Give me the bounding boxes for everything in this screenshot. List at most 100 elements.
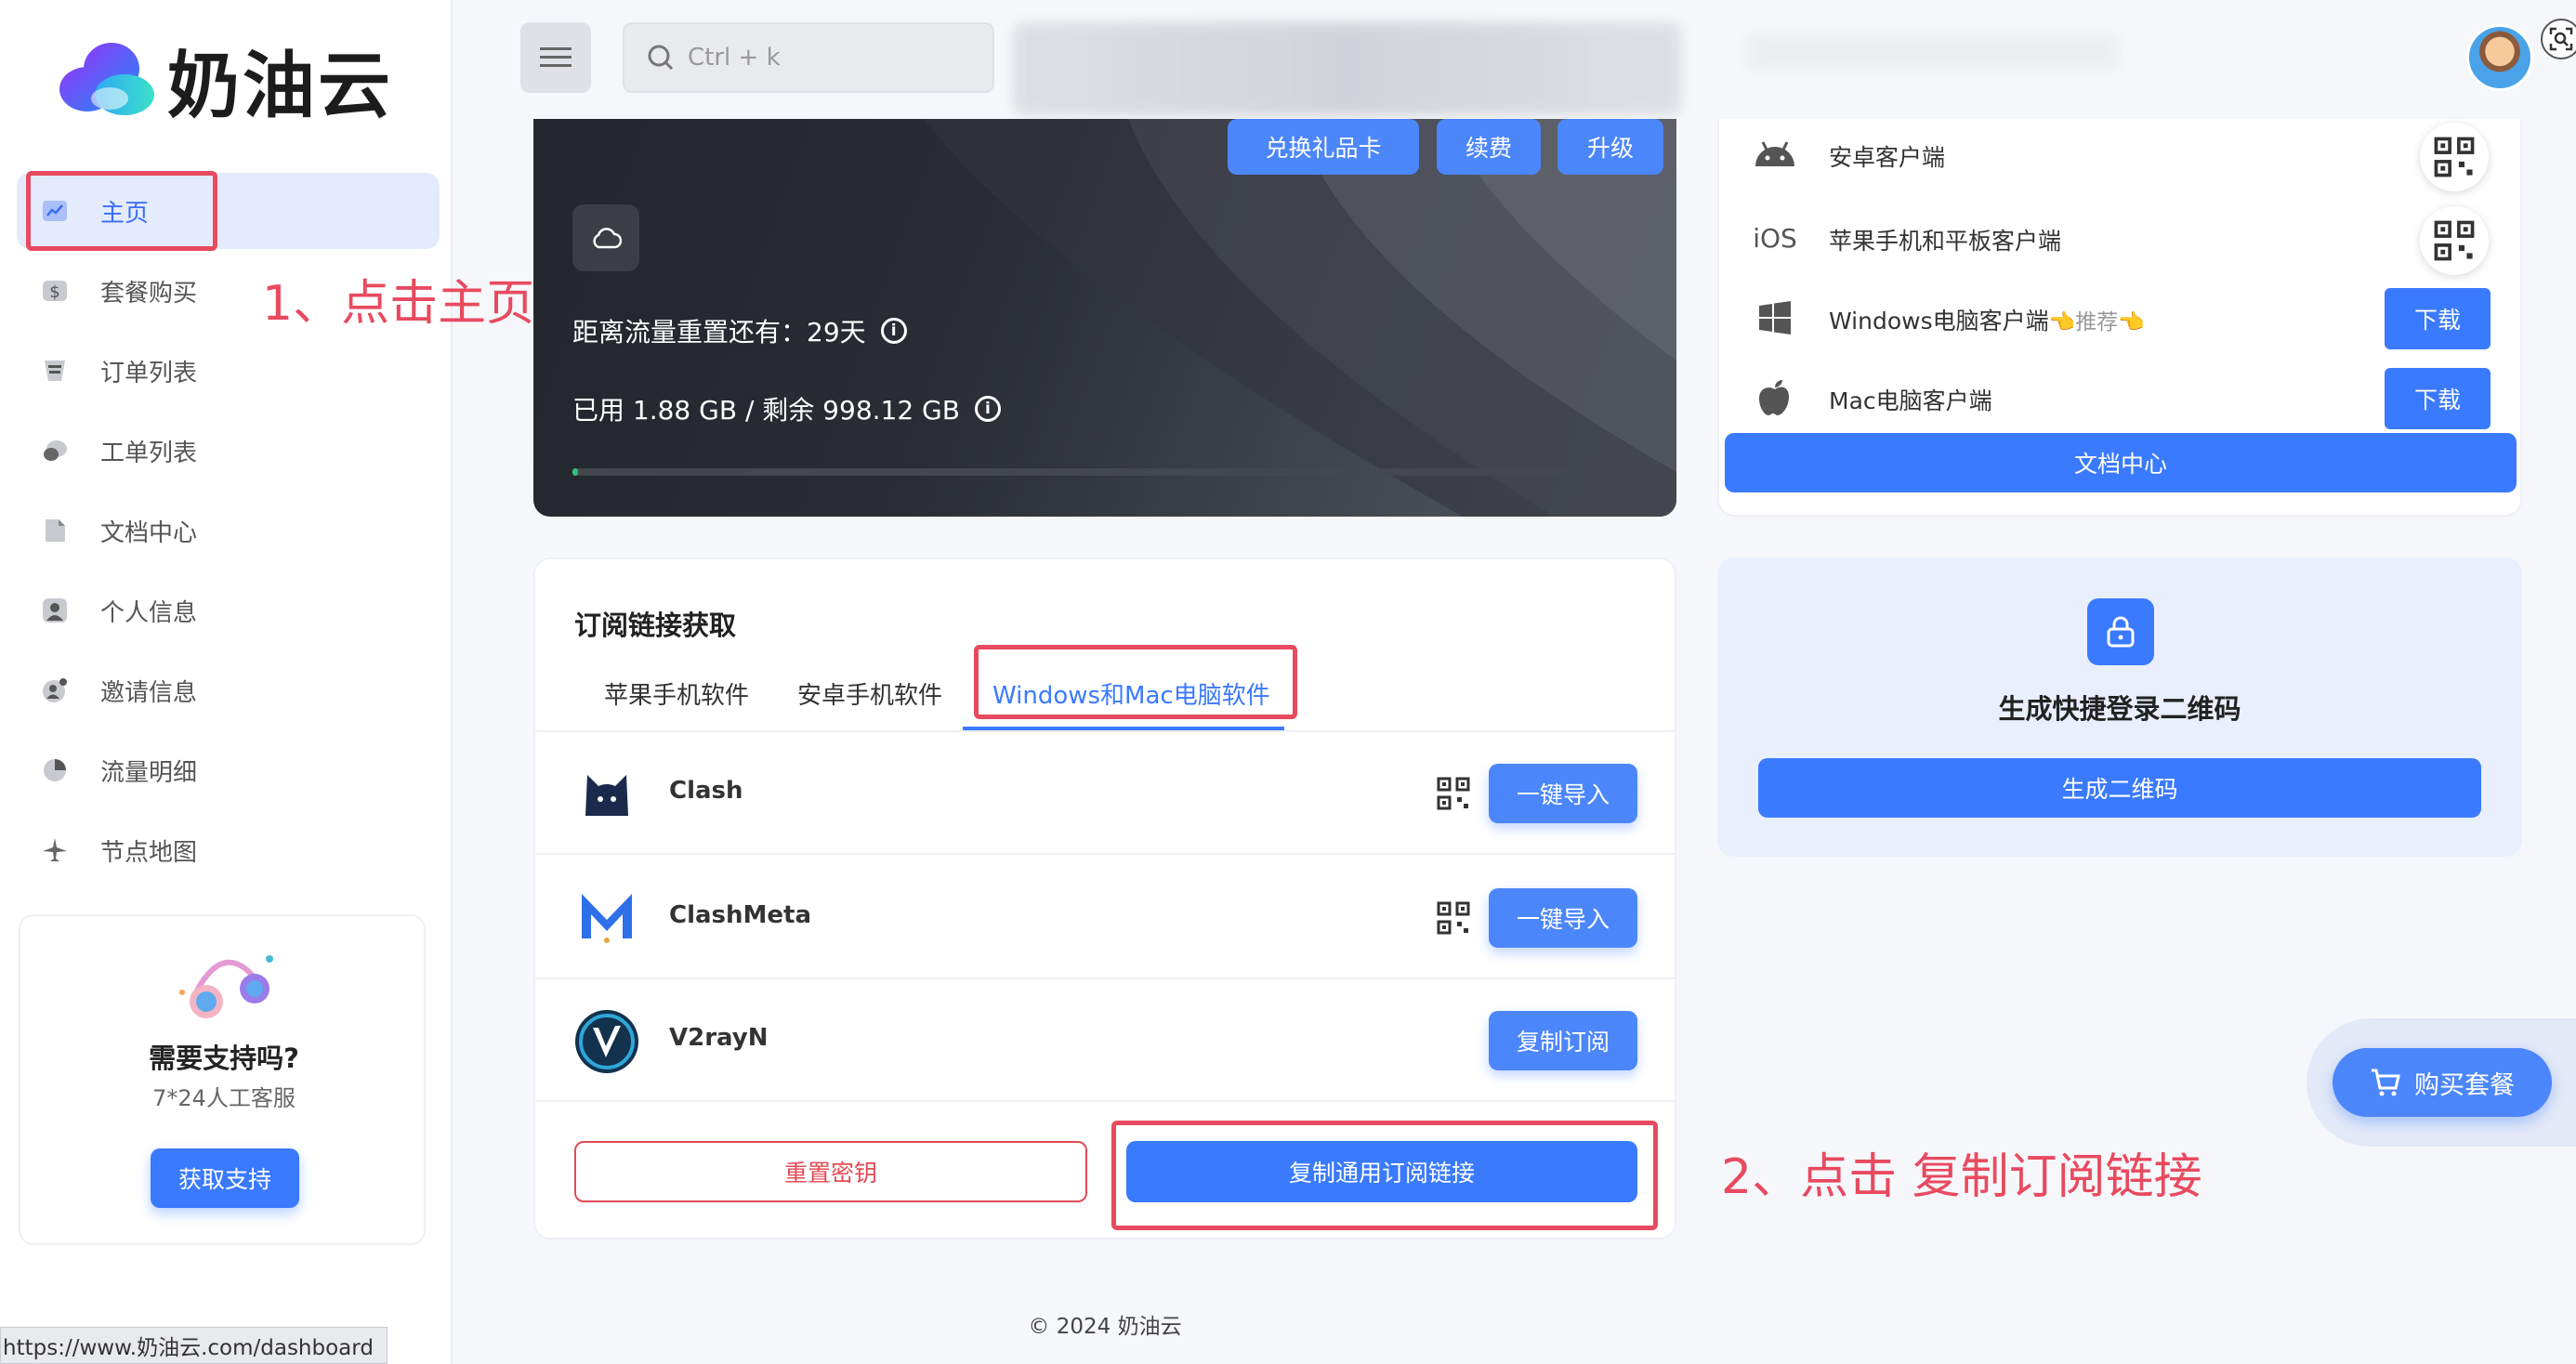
- traffic-reset-text: 距离流量重置还有：29天 i: [572, 312, 907, 349]
- reset-key-button[interactable]: 重置密钥: [574, 1141, 1087, 1202]
- support-subtitle: 7*24人工客服: [152, 1085, 296, 1111]
- annotation-box-desktop-tab: [974, 645, 1297, 719]
- svg-text:$: $: [49, 282, 59, 302]
- qr-code-icon: [2434, 220, 2475, 261]
- info-icon[interactable]: i: [974, 396, 1001, 422]
- qr-code-icon[interactable]: [1437, 901, 1470, 935]
- traffic-progress-fill: [572, 468, 578, 476]
- docs-center-button[interactable]: 文档中心: [1725, 433, 2517, 492]
- client-row-clash: Clash 一键导入: [535, 732, 1676, 855]
- chat-icon: [39, 435, 71, 466]
- cart-icon: [2372, 1069, 2400, 1096]
- sidebar-item-label: 文档中心: [100, 518, 198, 547]
- qr-code-icon: [2434, 137, 2475, 177]
- app-name: 安卓客户端: [1829, 144, 1946, 171]
- client-row-clashmeta: ClashMeta 一键导入: [535, 857, 1676, 979]
- ios-icon: iOS: [1753, 222, 1797, 254]
- sidebar-item-invite[interactable]: 邀请信息: [17, 652, 440, 728]
- one-click-import-button[interactable]: 一键导入: [1489, 888, 1637, 948]
- invite-icon: [39, 675, 71, 706]
- quick-login-card: 生成快捷登录二维码 生成二维码: [1717, 557, 2522, 857]
- blurred-region: [1747, 33, 2119, 71]
- buy-plan-label: 购买套餐: [2414, 1070, 2515, 1100]
- app-name: 苹果手机和平板客户端: [1829, 228, 2062, 255]
- sidebar-item-docs[interactable]: 文档中心: [17, 492, 440, 569]
- tab-android-software[interactable]: 安卓手机软件: [797, 676, 942, 711]
- one-click-import-button[interactable]: 一键导入: [1489, 764, 1637, 823]
- client-name: ClashMeta: [669, 901, 812, 929]
- dollar-icon: $: [39, 275, 71, 307]
- headphones-illustration-icon: [179, 955, 273, 1018]
- clash-logo-icon: [574, 760, 639, 825]
- brand-name: 奶油云: [167, 45, 394, 128]
- sidebar-item-tickets[interactable]: 工单列表: [17, 413, 440, 489]
- cloud-logo-icon: [59, 43, 154, 115]
- client-downloads-card: 安卓客户端 iOS 苹果手机和平板客户端 Windows电脑客户端👈推荐👈 下载…: [1717, 119, 2522, 517]
- subscription-title: 订阅链接获取: [574, 610, 737, 641]
- client-row-v2rayn: V2rayN 复制订阅: [535, 981, 1676, 1102]
- download-windows-button[interactable]: 下载: [2385, 288, 2491, 349]
- pie-icon: [39, 754, 71, 786]
- cloud-icon: [572, 204, 639, 271]
- qr-code-icon[interactable]: [1437, 777, 1470, 810]
- sidebar-item-label: 个人信息: [100, 598, 198, 627]
- sidebar-item-orders[interactable]: 订单列表: [17, 333, 440, 409]
- apple-icon: [1753, 375, 1797, 420]
- traffic-used-label: 已用 1.88 GB / 剩余 998.12 GB: [572, 395, 960, 426]
- client-name: V2rayN: [669, 1024, 769, 1052]
- hamburger-icon: [540, 47, 572, 67]
- sidebar-item-label: 节点地图: [100, 838, 198, 867]
- traffic-used-text: 已用 1.88 GB / 剩余 998.12 GB i: [572, 390, 1001, 427]
- search-input[interactable]: Ctrl + k: [623, 22, 994, 93]
- client-name: Clash: [669, 777, 743, 805]
- quick-login-title: 生成快捷登录二维码: [1998, 693, 2241, 725]
- sidebar-item-label: 订单列表: [100, 359, 198, 387]
- search-icon: [648, 45, 674, 71]
- info-icon[interactable]: i: [880, 318, 907, 344]
- traffic-reset-label: 距离流量重置还有：29天: [572, 317, 866, 348]
- tab-ios-software[interactable]: 苹果手机软件: [604, 676, 749, 711]
- qr-code-button[interactable]: [2420, 123, 2489, 191]
- app-row-android: 安卓客户端: [1719, 119, 2524, 193]
- support-title: 需要支持吗?: [149, 1043, 299, 1074]
- search-placeholder: Ctrl + k: [688, 44, 781, 72]
- buy-plan-float-button[interactable]: 购买套餐: [2333, 1048, 2552, 1117]
- sidebar-item-node-map[interactable]: 节点地图: [17, 812, 440, 888]
- upgrade-button[interactable]: 升级: [1557, 119, 1663, 175]
- get-support-button[interactable]: 获取支持: [151, 1148, 299, 1208]
- sidebar-item-label: 工单列表: [100, 439, 198, 467]
- download-mac-button[interactable]: 下载: [2385, 368, 2491, 429]
- document-icon: [39, 515, 71, 546]
- generate-qr-button[interactable]: 生成二维码: [1758, 758, 2481, 818]
- annotation-box-home: [26, 171, 217, 251]
- blurred-region: [1013, 22, 1682, 115]
- renew-button[interactable]: 续费: [1437, 119, 1541, 175]
- recommend-tag: 👈推荐👈: [2048, 310, 2145, 334]
- support-card: 需要支持吗? 7*24人工客服 获取支持: [19, 914, 426, 1245]
- lock-icon: [2087, 598, 2154, 665]
- app-name: Mac电脑客户端: [1829, 387, 1992, 414]
- status-bar-url: https://www.奶油云.com/dashboard: [0, 1327, 388, 1364]
- traffic-progress-bar: [572, 468, 1637, 476]
- sidebar-item-label: 流量明细: [100, 758, 198, 787]
- user-icon: [39, 595, 71, 626]
- screenshot-tool-icon[interactable]: [2541, 19, 2576, 59]
- sidebar-item-label: 邀请信息: [100, 678, 198, 707]
- copy-subscription-button[interactable]: 复制订阅: [1489, 1011, 1637, 1070]
- app-row-ios: iOS 苹果手机和平板客户端: [1719, 203, 2524, 277]
- sidebar-item-traffic[interactable]: 流量明细: [17, 732, 440, 808]
- redeem-gift-card-button[interactable]: 兑换礼品卡: [1228, 119, 1419, 175]
- brand-logo[interactable]: 奶油云: [56, 33, 393, 128]
- app-name: Windows电脑客户端👈推荐👈: [1829, 303, 2145, 336]
- clashmeta-logo-icon: [574, 885, 639, 950]
- menu-button[interactable]: [520, 22, 591, 93]
- footer-copyright: © 2024 奶油云: [1028, 1315, 1182, 1339]
- app-name-text: Windows电脑客户端: [1829, 308, 2049, 334]
- annotation-step-2: 2、点击 复制订阅链接: [1721, 1149, 2202, 1205]
- qr-code-button[interactable]: [2420, 206, 2489, 275]
- list-icon: [39, 355, 71, 387]
- app-row-windows: Windows电脑客户端👈推荐👈 下载: [1719, 282, 2524, 357]
- sidebar-item-profile[interactable]: 个人信息: [17, 572, 440, 649]
- avatar[interactable]: [2466, 24, 2533, 91]
- app-row-mac: Mac电脑客户端 下载: [1719, 362, 2524, 437]
